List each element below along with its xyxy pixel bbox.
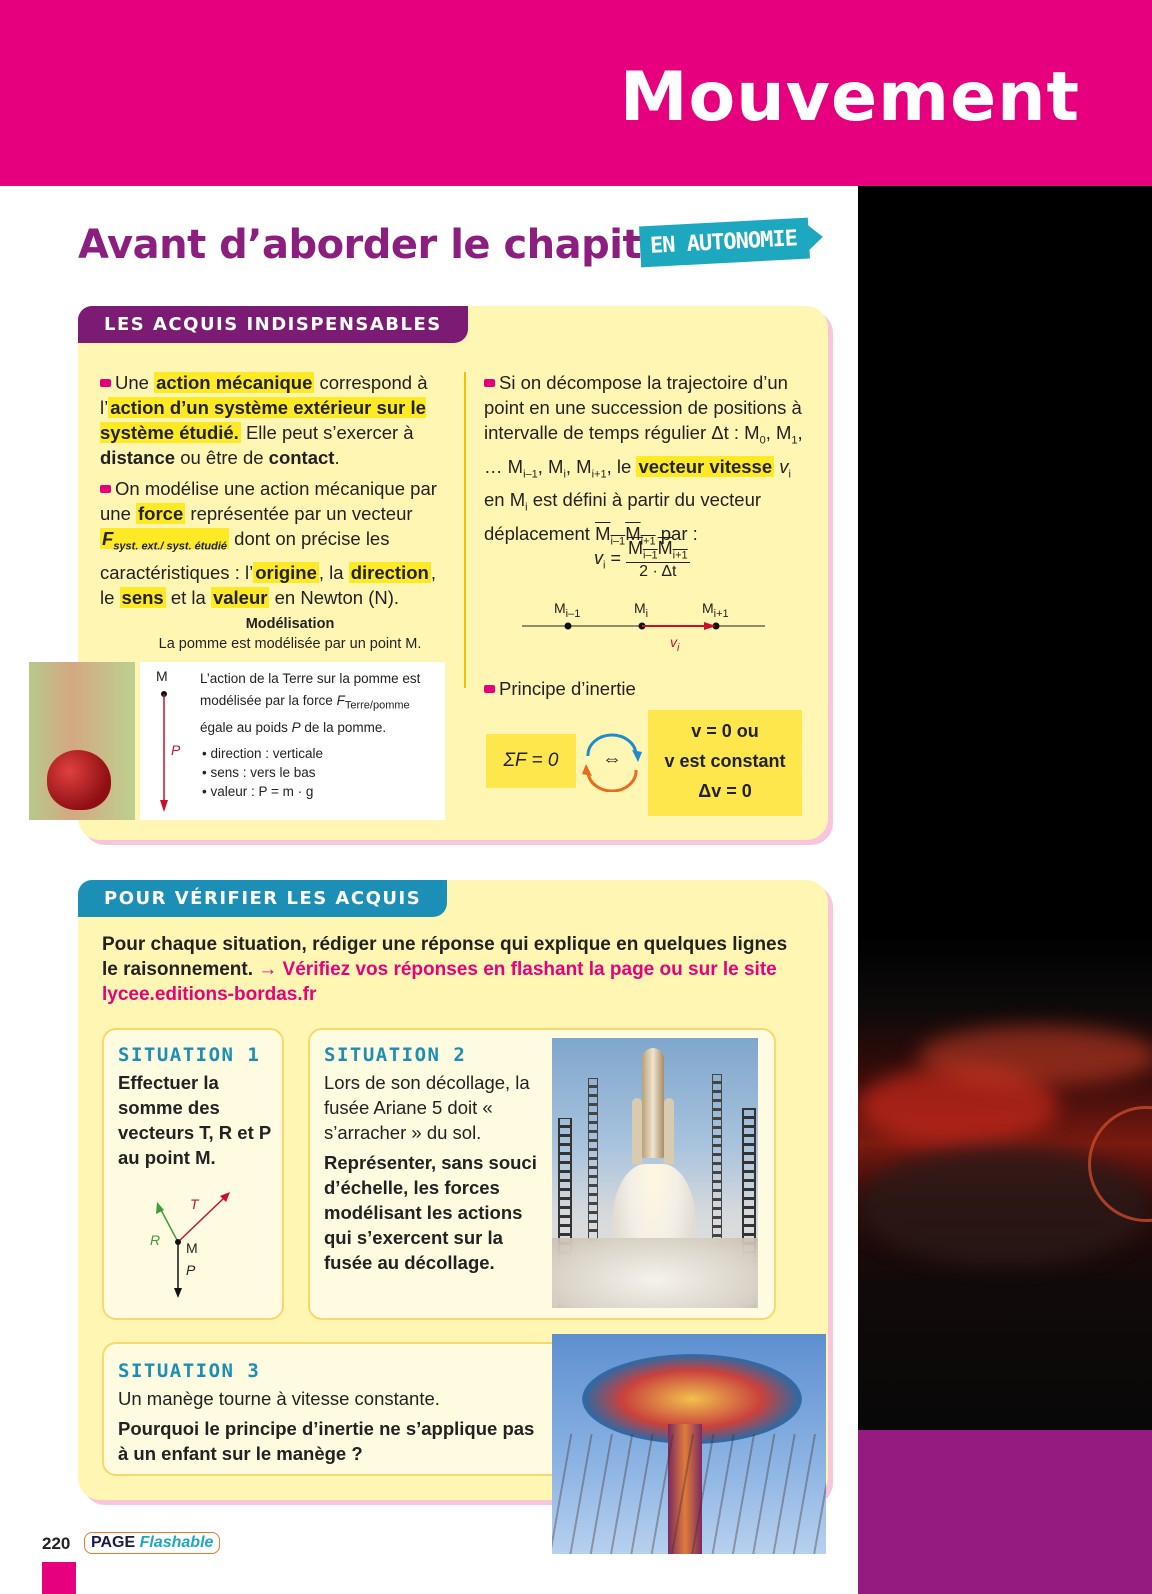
section-title: Avant d’aborder le chapitre (78, 222, 687, 268)
apple-icon (47, 750, 111, 810)
weight-characteristics: • direction : verticale • sens : vers le… (202, 746, 324, 799)
vector-r-label: R (150, 1232, 161, 1248)
situation-2-text: Lors de son décollage, la fusée Ariane 5… (324, 1072, 530, 1143)
sum-forces-box: ΣF = 0 (486, 734, 576, 788)
equivalence-symbol: ⇔ (602, 748, 622, 770)
page-flashable-logo[interactable]: PAGE Flashable (84, 1532, 221, 1554)
column-divider (464, 372, 466, 688)
axis-label-velocity: vi (670, 634, 680, 654)
velocity-paragraph: Si on décompose la trajectoire d’un poin… (484, 372, 803, 548)
verifier-intro: Pour chaque situation, rédiger une répon… (102, 934, 788, 1005)
page-number: 220 (42, 1534, 71, 1553)
situation-3-title: SITUATION 3 (118, 1360, 261, 1382)
point-m-label: M (156, 668, 168, 684)
vector-t-label: T (190, 1196, 199, 1212)
axis-label-m-i: Mi (634, 600, 649, 620)
axis-label-m-prev: Mi–1 (554, 600, 581, 620)
bullet-icon (100, 485, 111, 493)
velocity-formula: vi = Mi–1Mi+1 2 · Δt (594, 538, 690, 580)
ariane-rocket-photo (552, 1038, 758, 1308)
situation-1-title: SITUATION 1 (118, 1044, 261, 1066)
chapter-title: Mouvement (619, 58, 1080, 137)
footer-color-tab (42, 1562, 76, 1594)
situation-3-question: Pourquoi le principe d’inertie ne s’appl… (118, 1418, 535, 1464)
modelisation-caption: Modélisation La pomme est modélisée par … (158, 616, 422, 652)
side-color-block (858, 1430, 1152, 1594)
bullet-icon (484, 685, 495, 693)
bullet-icon (484, 379, 495, 387)
axis-label-m-next: Mi+1 (702, 600, 729, 620)
acquis-tab: LES ACQUIS INDISPENSABLES (78, 306, 468, 343)
situation-2-title: SITUATION 2 (324, 1044, 467, 1066)
acquis-paragraph-2: On modélise une action mécanique par une… (100, 478, 437, 608)
inertia-title: Principe d’inertie (484, 676, 636, 701)
vector-p-label: P (186, 1262, 196, 1278)
situation-3-text: Un manège tourne à vitesse constante. (118, 1388, 440, 1409)
velocity-conditions-box: v = 0 ou v est constant Δv = 0 (648, 710, 802, 816)
carousel-photo (552, 1334, 826, 1554)
falling-apple-photo (29, 662, 135, 820)
situation-1-text: Effectuer la somme des vecteurs T, R et … (118, 1072, 271, 1168)
side-photo-cyclist (858, 186, 1152, 1430)
bullet-icon (100, 379, 111, 387)
point-m-label-s1: M (186, 1240, 198, 1256)
autonomie-badge: EN AUTONOMIE (639, 217, 810, 268)
model-description: L’action de la Terre sur la pomme est mo… (200, 671, 421, 735)
situation-2-question: Représenter, sans souci d’échelle, les f… (324, 1152, 537, 1273)
verifier-tab: POUR VÉRIFIER LES ACQUIS (78, 880, 448, 917)
acquis-paragraph-1: Une action mécanique correspond à l’ acti… (100, 372, 428, 468)
weight-vector-label: P (171, 742, 181, 758)
apple-model-diagram: M P L’action de la Terre sur la pomme es… (140, 662, 445, 820)
